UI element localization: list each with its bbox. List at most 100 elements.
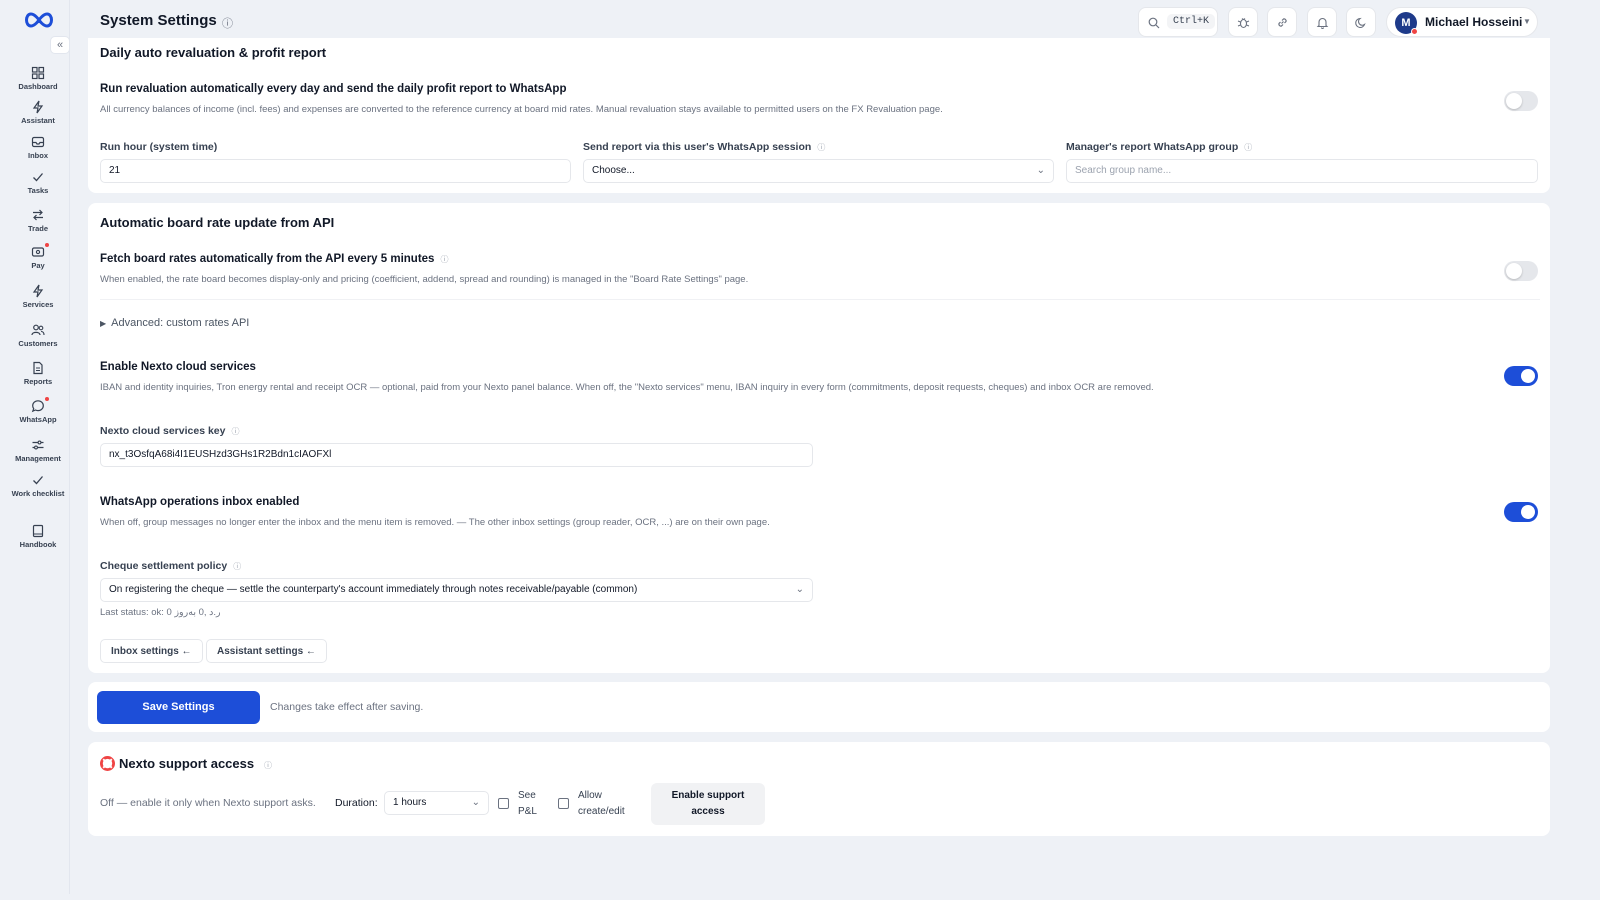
info-icon[interactable]: ⓘ xyxy=(222,15,233,31)
book-icon xyxy=(32,524,44,538)
toggle-knob xyxy=(1521,505,1535,519)
key-label: Nexto cloud services key ⓘ xyxy=(100,425,239,437)
sidebar-item-label: Customers xyxy=(18,339,58,348)
info-icon[interactable]: ⓘ xyxy=(233,561,241,572)
collapse-sidebar-button[interactable]: « xyxy=(50,36,70,54)
inbox-enabled-toggle[interactable] xyxy=(1504,502,1538,522)
info-icon[interactable]: ⓘ xyxy=(231,426,239,437)
sidebar-item-management[interactable]: Management xyxy=(6,438,70,463)
sidebar-item-tasks[interactable]: Tasks xyxy=(6,170,70,195)
save-bar: Save Settings Changes take effect after … xyxy=(88,682,1550,732)
sidebar-item-customers[interactable]: Customers xyxy=(6,323,70,348)
save-settings-button[interactable]: Save Settings xyxy=(97,691,260,724)
allow-create-edit-checkbox[interactable] xyxy=(558,798,569,809)
app-logo-icon[interactable] xyxy=(22,10,56,30)
toggle-knob xyxy=(1506,263,1522,279)
sidebar-item-label: Dashboard xyxy=(18,82,58,91)
sparkle-icon xyxy=(32,100,44,114)
sidebar-item-dashboard[interactable]: Dashboard xyxy=(6,66,70,91)
toggle-knob xyxy=(1521,369,1535,383)
sidebar-item-assistant[interactable]: Assistant xyxy=(6,100,70,125)
see-pl-label-line: P&L xyxy=(518,806,537,817)
link-button[interactable] xyxy=(1267,7,1297,37)
key-label-text: Nexto cloud services key xyxy=(100,425,226,437)
status-dot xyxy=(1411,28,1418,35)
sidebar-item-pay[interactable]: Pay xyxy=(6,243,70,270)
cheque-policy-select[interactable]: On registering the cheque — settle the c… xyxy=(100,578,813,602)
cloud-services-toggle[interactable] xyxy=(1504,366,1538,386)
debug-button[interactable] xyxy=(1228,7,1258,37)
support-description: Off — enable it only when Nexto support … xyxy=(100,797,316,809)
search-button[interactable]: Ctrl+K xyxy=(1138,7,1218,37)
info-icon[interactable]: ⓘ xyxy=(817,142,825,153)
sliders-icon xyxy=(32,440,44,450)
fetch-rates-toggle[interactable] xyxy=(1504,261,1538,281)
inbox-settings-button[interactable]: Inbox settings ← xyxy=(100,639,203,663)
sidebar: « Dashboard Assistant Inbox Tasks Trade … xyxy=(6,0,70,894)
option-title: WhatsApp operations inbox enabled xyxy=(100,496,300,508)
inbox-icon xyxy=(31,136,45,148)
duration-select[interactable]: 1 hours ⌄ xyxy=(384,791,489,815)
sidebar-item-handbook[interactable]: Handbook xyxy=(6,524,70,549)
session-select[interactable]: Choose... ⌄ xyxy=(583,159,1054,183)
search-icon xyxy=(1148,17,1160,29)
bell-icon xyxy=(1316,17,1329,29)
session-label-text: Send report via this user's WhatsApp ses… xyxy=(583,141,812,153)
sidebar-item-label: Pay xyxy=(31,261,45,270)
lifebuoy-icon xyxy=(100,756,115,771)
cloud-key-input[interactable]: nx_t3OsfqA68i4I1EUSHzd3GHs1R2Bdn1cIAOFXl xyxy=(100,443,813,467)
run-hour-label: Run hour (system time) xyxy=(100,141,218,153)
assistant-settings-button[interactable]: Assistant settings ← xyxy=(206,639,327,663)
info-icon[interactable]: ⓘ xyxy=(264,760,272,771)
notification-dot xyxy=(45,397,49,401)
sidebar-item-inbox[interactable]: Inbox xyxy=(6,135,70,160)
bug-icon xyxy=(1237,18,1250,29)
option-description: When enabled, the rate board becomes dis… xyxy=(100,274,749,285)
support-access-card: Nexto support access ⓘ Off — enable it o… xyxy=(88,742,1550,836)
group-label: Manager's report WhatsApp group ⓘ xyxy=(1066,141,1252,153)
sidebar-item-trade[interactable]: Trade xyxy=(6,208,70,233)
divider xyxy=(100,299,1540,300)
sidebar-item-whatsapp[interactable]: WhatsApp xyxy=(6,397,70,424)
see-pl-checkbox[interactable] xyxy=(498,798,509,809)
users-icon xyxy=(31,324,45,336)
option-description: All currency balances of income (incl. f… xyxy=(100,104,943,115)
run-hour-input[interactable]: 21 xyxy=(100,159,571,183)
wallet-icon xyxy=(31,247,45,257)
allow-label-line: Allow xyxy=(578,790,602,801)
chat-icon xyxy=(31,400,44,413)
revaluation-toggle[interactable] xyxy=(1504,91,1538,111)
option-title: Run revaluation automatically every day … xyxy=(100,83,567,95)
check-icon xyxy=(33,173,43,182)
group-search-input[interactable]: Search group name... xyxy=(1066,159,1538,183)
enable-button-line: access xyxy=(691,806,725,817)
allow-label-line: create/edit xyxy=(578,806,625,817)
cheque-label: Cheque settlement policy ⓘ xyxy=(100,560,241,572)
section-title: Daily auto revaluation & profit report xyxy=(100,45,327,60)
see-pl-label-line: See xyxy=(518,790,536,801)
notifications-button[interactable] xyxy=(1307,7,1337,37)
avatar-initial: M xyxy=(1401,17,1411,29)
sidebar-item-services[interactable]: Services xyxy=(6,284,70,309)
sidebar-item-reports[interactable]: Reports xyxy=(6,361,70,386)
theme-toggle-button[interactable] xyxy=(1346,7,1376,37)
see-pl-label: See P&L xyxy=(518,788,537,820)
user-menu-button[interactable]: M Michael Hosseini ▼ xyxy=(1386,7,1538,37)
report-icon xyxy=(33,361,43,375)
dashboard-icon xyxy=(31,66,45,80)
advanced-rates-disclosure[interactable]: ▶ Advanced: custom rates API xyxy=(100,317,249,329)
fetch-title-text: Fetch board rates automatically from the… xyxy=(100,253,435,265)
chevron-down-icon: ⌄ xyxy=(795,584,804,595)
sidebar-item-work-checklist[interactable]: Work checklist xyxy=(6,473,70,498)
sidebar-item-label: Services xyxy=(22,300,54,309)
cheque-label-text: Cheque settlement policy xyxy=(100,560,228,572)
enable-support-access-button[interactable]: Enable support access xyxy=(651,783,765,825)
info-icon[interactable]: ⓘ xyxy=(1244,142,1252,153)
chevron-down-icon: ⌄ xyxy=(1036,165,1045,176)
enable-button-line: Enable support xyxy=(671,790,745,801)
info-icon[interactable]: ⓘ xyxy=(440,254,448,265)
option-title: Fetch board rates automatically from the… xyxy=(100,253,448,265)
option-description: IBAN and identity inquiries, Tron energy… xyxy=(100,382,1154,393)
caret-right-icon: ▶ xyxy=(100,319,107,328)
arrows-icon xyxy=(33,209,43,221)
